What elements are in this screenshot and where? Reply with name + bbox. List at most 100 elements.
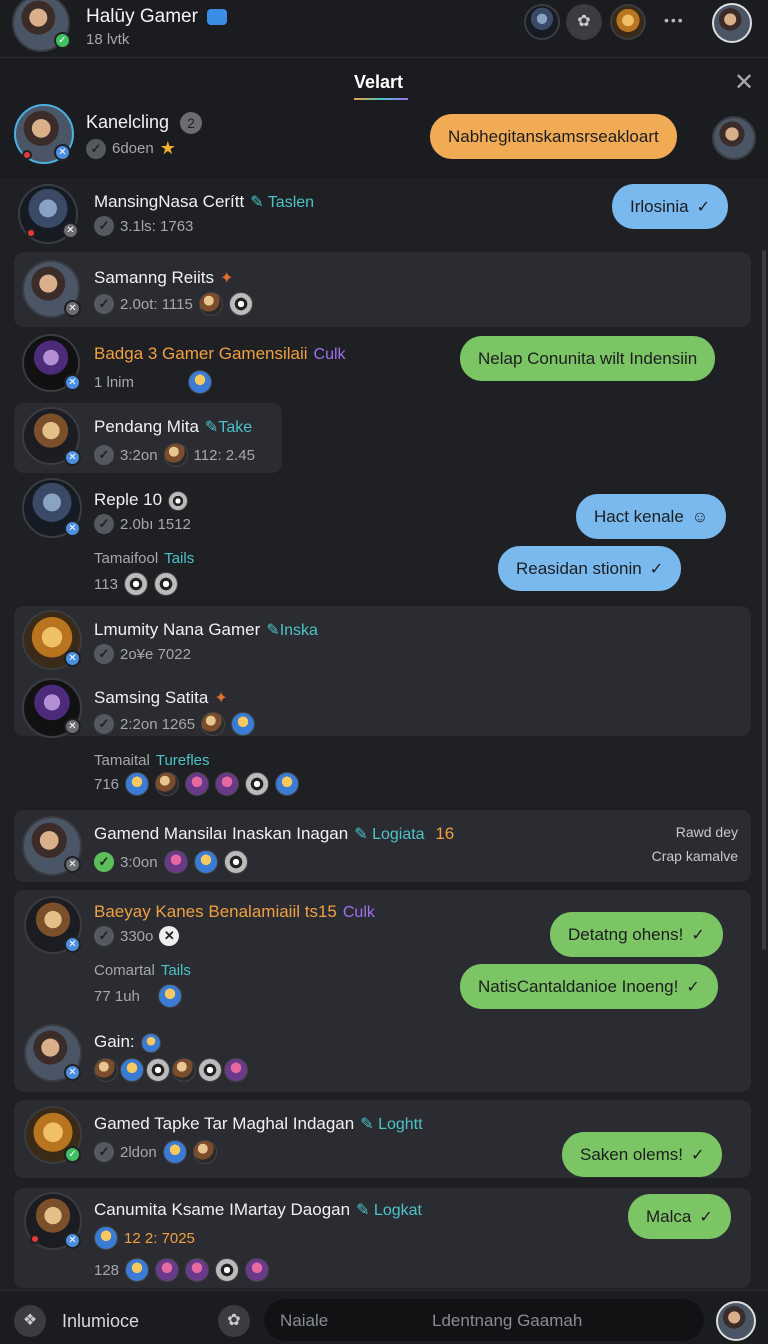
chat-title[interactable]: Velart: [354, 72, 403, 93]
message-bubble[interactable]: Saken olems! ✓: [562, 1132, 723, 1177]
emoji-icon: ✦: [214, 690, 228, 707]
check-icon: ✓: [94, 852, 114, 872]
contact-avatar-2[interactable]: [610, 4, 646, 40]
sub-label: Tamaital Turefles: [94, 752, 210, 769]
list-item[interactable]: ✕ Gain:: [0, 1022, 768, 1090]
pinned-meta: ✓ 6doen ★: [86, 138, 176, 159]
mini-avatar: [201, 712, 226, 736]
input-placeholder: Ldentnang Gaamah: [432, 1311, 583, 1330]
mini-avatar: [198, 1058, 222, 1082]
list-item[interactable]: ✕ Lmumity Nana Gamer ✎Inska ✓ 2o¥e 7022: [0, 606, 768, 672]
contact-meta: ✓ 3:2on 112: 2.45: [94, 443, 255, 467]
profile-avatar[interactable]: [712, 3, 752, 43]
message-bubble[interactable]: Reasidan stionin ✓: [498, 546, 682, 591]
scrollbar[interactable]: [762, 250, 766, 950]
sub-meta: 77 1uh: [94, 984, 182, 1008]
tag: Culk: [313, 346, 346, 363]
contact-meta: ✓ 3:0on: [94, 850, 248, 874]
check-icon: ✓: [86, 138, 106, 159]
more-icon[interactable]: •••: [664, 12, 685, 28]
list-item[interactable]: ✕ Pendang Mita ✎Take ✓ 3:2on 112: 2.45: [0, 403, 300, 473]
emoji-icon: ☺: [691, 509, 709, 526]
contact-name: Canumita Ksame IMartay Daogan ✎ Logkat: [94, 1200, 422, 1219]
list-item[interactable]: ✕ Samsing Satita ✦ ✓ 2:2on 1265: [0, 676, 768, 738]
status-badge: ✕: [64, 520, 81, 537]
contact-meta: ✓ 2ldon: [94, 1140, 217, 1164]
list-item[interactable]: ✕ Gamend Mansilaı Inaskan Inagan ✎ Logiat…: [0, 810, 768, 882]
contact-name: Baeyay Kanes Benalamiaiil ts15 Culk: [94, 902, 375, 921]
contact-name: Lmumity Nana Gamer ✎Inska: [94, 620, 318, 639]
pinned-bubble[interactable]: Nabhegitanskamsrseakloart: [430, 114, 677, 159]
settings-icon[interactable]: ✿: [566, 4, 602, 40]
tick-icon: ✓: [649, 561, 664, 578]
check-icon: ✓: [94, 445, 114, 465]
message-bubble[interactable]: Irlosinia ✓: [612, 184, 728, 229]
attach-icon[interactable]: ✿: [218, 1305, 250, 1337]
contact-name: Samanng Reiits ✦: [94, 268, 234, 287]
message-bubble[interactable]: NatisCantaldanioe Inoeng! ✓: [460, 964, 718, 1009]
tag: ✎ Taslen: [250, 194, 315, 211]
status-badge: ✕: [64, 856, 81, 873]
list-item[interactable]: ✓ Gamed Tapke Tar Maghal Indagan ✎ Loghtt…: [0, 1100, 768, 1178]
list-item[interactable]: ✕ Canumita Ksame IMartay Daogan ✎ Logkat …: [0, 1188, 768, 1288]
contact-avatar-1[interactable]: [524, 4, 560, 40]
menu-icon[interactable]: ❖: [14, 1305, 46, 1337]
mini-avatar: [125, 772, 150, 796]
check-icon: ✓: [94, 926, 114, 946]
mini-avatar: [123, 572, 148, 596]
mini-avatar: [155, 1258, 180, 1282]
top-bar: ✓ Halūy Gamer 18 lvtk ✿ •••: [0, 0, 768, 58]
check-icon: ✓: [94, 714, 114, 734]
pinned-right-avatar[interactable]: [712, 116, 756, 160]
mini-avatar: [162, 1140, 187, 1164]
mini-avatar: [231, 712, 256, 736]
list-item[interactable]: ✕ Baeyay Kanes Benalamiaiil ts15 Culk ✓ 33…: [0, 890, 768, 1020]
contact-name: Badga 3 Gamer Gamensilaii Culk: [94, 344, 346, 363]
mini-avatar: [185, 772, 210, 796]
check-icon: ✓: [94, 1142, 114, 1162]
mini-avatar: [155, 772, 180, 796]
contact-name: Pendang Mita ✎Take: [94, 417, 253, 436]
tag: ✎Take: [204, 419, 253, 436]
star-icon: ★: [159, 138, 176, 158]
contact-meta: [94, 1058, 248, 1082]
contact-meta: ✓ 2.0ot: 1115: [94, 292, 253, 316]
sub-meta: 716: [94, 772, 300, 796]
mini-avatar: [153, 572, 178, 596]
mini-avatar: [120, 1058, 144, 1082]
tag-number: 16: [435, 824, 455, 843]
list-item[interactable]: ✕ Reple 10 ✓ 2.0bı 1512 Tamaifool Tails 11…: [0, 476, 768, 602]
input-prefix: Naiale: [280, 1311, 329, 1330]
pinned-badge: ✕: [54, 144, 71, 161]
mini-avatar: [172, 1058, 196, 1082]
right-note: Crap kamalve: [651, 848, 738, 864]
contact-meta: ✓ 330o ✕: [94, 926, 180, 946]
status-badge: ✕: [64, 936, 81, 953]
message-bubble[interactable]: Hact kenale ☺: [576, 494, 727, 539]
list-item[interactable]: ✕ MansingNasa Cerítt ✎ Taslen ✓ 3.1ls: 176…: [0, 178, 768, 250]
message-input[interactable]: Naiale Ldentnang Gaamah: [264, 1299, 704, 1341]
header-name: Halūy Gamer: [86, 6, 228, 28]
close-icon[interactable]: ✕: [734, 68, 754, 97]
message-bubble[interactable]: Nelap Conunita wilt Indensiin: [460, 336, 716, 381]
mini-avatar: [185, 1258, 210, 1282]
status-badge: ✕: [64, 1232, 81, 1249]
tick-icon: ✓: [699, 1209, 713, 1226]
list-item[interactable]: ✕ Badga 3 Gamer Gamensilaii Culk 1 lnim N…: [0, 330, 768, 400]
message-bubble[interactable]: Malca ✓: [628, 1194, 731, 1239]
sub-label: Comartal Tails: [94, 962, 191, 979]
status-badge: ✕: [64, 718, 81, 735]
mini-avatar: [228, 292, 253, 316]
contact-name: Gamend Mansilaı Inaskan Inagan ✎ Logiata …: [94, 824, 455, 843]
tick-icon: ✓: [691, 927, 705, 944]
message-bubble[interactable]: Detatng ohens! ✓: [550, 912, 723, 957]
contact-meta: ✓ 3.1ls: 1763: [94, 216, 193, 236]
footer-label[interactable]: Inlumioce: [62, 1311, 139, 1332]
status-badge: ✕: [64, 650, 81, 667]
mini-avatar: [163, 443, 188, 467]
tag: ✎ Loghtt: [360, 1116, 423, 1133]
list-item[interactable]: ✕ Samanng Reiits ✦ ✓ 2.0ot: 1115: [0, 252, 768, 327]
user-avatar[interactable]: [716, 1301, 756, 1341]
right-note: Rawd dey: [675, 824, 738, 840]
red-dot: [30, 1234, 40, 1244]
